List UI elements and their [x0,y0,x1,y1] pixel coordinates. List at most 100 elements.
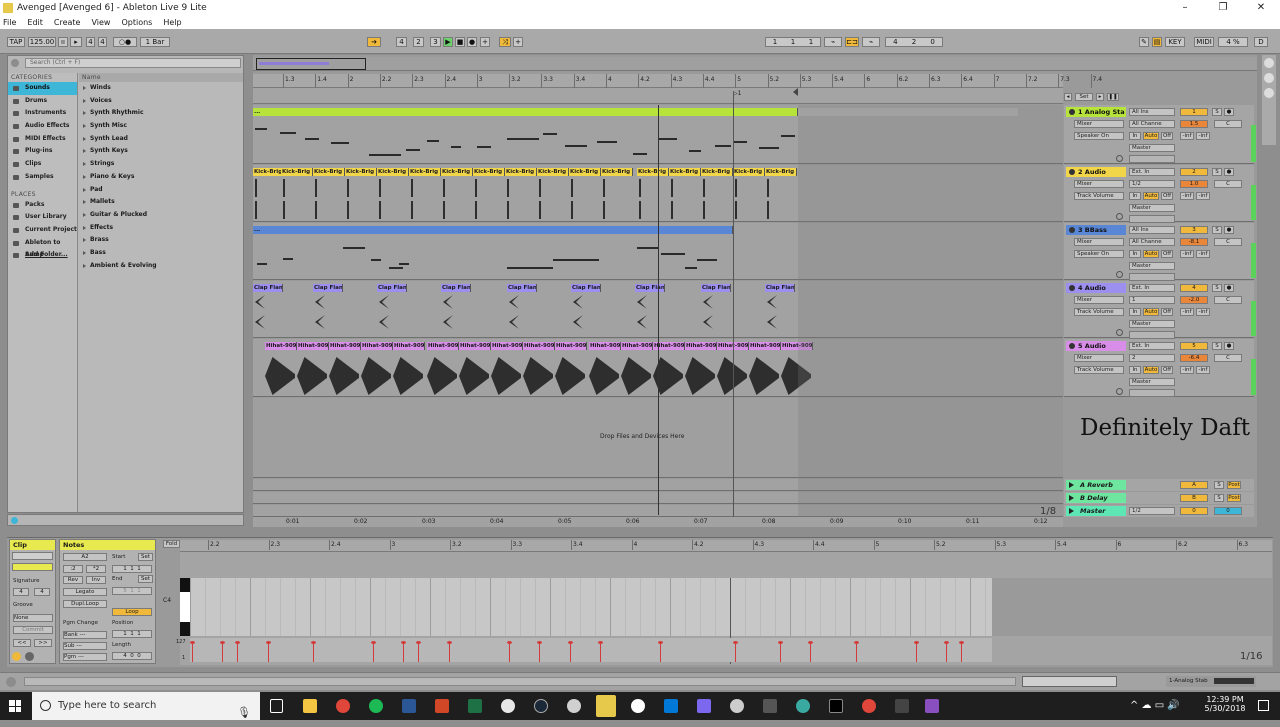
list-item[interactable]: Bass [79,247,243,260]
invert-button[interactable]: Inv [86,576,106,584]
beat-ruler[interactable]: 1.3 1.4 2 2.2 2.3 2.4 3 3.2 3.3 3.4 4 4.2 4.3 4.4 5 5.2… [253,74,1102,88]
app-icon-2[interactable] [567,699,581,713]
track-name[interactable]: 3 BBass [1066,225,1126,235]
midi-note[interactable] [659,138,677,140]
pan-field[interactable]: C [1214,296,1242,304]
arm-icon[interactable]: ● [1224,168,1234,176]
audio-clip[interactable]: Kick-Brig [601,168,633,176]
unfold-icon[interactable] [1116,213,1123,220]
midi-note[interactable] [255,128,267,130]
loop-start[interactable]: 111 [765,37,821,47]
list-item[interactable]: Synth Lead [79,133,243,146]
velocity-bar[interactable] [733,641,738,662]
send-a-field[interactable]: -inf [1180,132,1194,140]
monitor-off[interactable]: Off [1161,192,1173,200]
velocity-bar[interactable] [808,641,813,662]
monitor-auto[interactable]: Auto [1143,366,1159,374]
category-plug-ins[interactable]: Plug-ins [8,145,77,158]
midi-note[interactable] [399,263,409,265]
velocity-bar[interactable] [447,641,452,662]
browser-toggle-icon[interactable] [11,59,19,67]
midi-note[interactable] [283,258,293,260]
monitor-auto[interactable]: Auto [1143,192,1159,200]
midi-note[interactable] [781,135,795,137]
tempo-field[interactable]: 125.00 [28,37,56,47]
audio-clip[interactable]: Hihat-909 [361,342,393,350]
computer-keyboard-icon[interactable]: ▤ [1152,37,1162,47]
output-sub-select[interactable] [1129,273,1175,281]
loop-button[interactable]: Loop [112,608,152,616]
audio-clip[interactable]: Kick-Brig [281,168,313,176]
input-type-select[interactable]: All Ins [1129,226,1175,234]
audio-clip[interactable]: Kick-Brig [313,168,345,176]
note-grid[interactable] [190,578,992,636]
audio-clip[interactable]: Hihat-909 [523,342,555,350]
audio-clip[interactable]: Kick-Brig [701,168,733,176]
input-type-select[interactable]: Ext. In [1129,168,1175,176]
arm-icon[interactable]: ● [1224,284,1234,292]
velocity-bar[interactable] [537,641,542,662]
audio-clip[interactable]: Kick-Brig [765,168,797,176]
nudge-up-icon[interactable]: ▸ [70,37,82,47]
audio-clip[interactable]: Kick-Brig [537,168,569,176]
audio-clip[interactable]: Clap Flan [571,284,601,292]
post-button[interactable]: Post [1227,494,1241,502]
midi-note[interactable] [371,259,381,261]
time-ruler[interactable]: 0:01 0:02 0:03 0:04 0:05 0:06 0:07 0:08 0:09 0:10… [253,517,1063,527]
velocity-bar[interactable] [568,641,573,662]
midi-note[interactable] [507,138,539,140]
audio-clip[interactable]: Kick-Brig [377,168,409,176]
maximize-button[interactable]: ❐ [1204,0,1242,16]
reverse-button[interactable]: Rev [63,576,83,584]
note-range[interactable]: A2 [63,553,107,561]
sig-num-field[interactable]: 4 [13,588,29,596]
end-set-button[interactable]: Set [138,575,153,583]
category-samples[interactable]: Samples [8,171,77,184]
solo-button[interactable]: S [1212,226,1222,234]
track-number[interactable]: 4 [1180,284,1208,292]
master-pan[interactable]: 0 [1214,507,1242,515]
list-item[interactable]: Voices [79,95,243,108]
draw-mode-icon[interactable]: ✎ [1139,37,1149,47]
quantize-select[interactable]: 1 Bar [140,37,170,47]
menu-create[interactable]: Create [54,18,81,27]
list-item[interactable]: Synth Misc [79,120,243,133]
midi-note[interactable] [257,263,267,265]
midi-note[interactable] [685,267,697,269]
stop-icon[interactable]: ■ [455,37,465,47]
loop-end-marker[interactable] [793,88,798,96]
place-current-project[interactable]: Current Project [8,224,77,237]
pan-field[interactable]: C [1214,238,1242,246]
input-channel-select[interactable]: All Channe [1129,238,1175,246]
return-name[interactable]: A Reverb [1066,480,1126,490]
key-map-button[interactable]: KEY [1165,37,1185,47]
monitor-auto[interactable]: Auto [1143,308,1159,316]
category-clips[interactable]: Clips [8,158,77,171]
taskbar-search-input[interactable]: Type here to search 🎙 [32,692,260,720]
prev-locator-icon[interactable]: ◂ [1064,93,1072,101]
volume-field[interactable]: 1.0 [1180,180,1208,188]
output-channel-select[interactable]: Master [1129,320,1175,328]
legato-button[interactable]: Legato [63,588,107,596]
monitor-off[interactable]: Off [1161,366,1173,374]
unfold-icon[interactable] [1116,155,1123,162]
midi-clip-bbass[interactable]: ... [253,226,733,234]
send-b-field[interactable]: -inf [1196,132,1210,140]
output-sub-select[interactable] [1129,155,1175,163]
midi-note[interactable] [389,267,403,269]
follow-icon[interactable]: ➔ [367,37,381,47]
start-field[interactable]: 1 1 1 [112,565,152,573]
audio-clip[interactable]: Hihat-909 [685,342,717,350]
chrome-icon[interactable] [336,699,350,713]
input-channel-select[interactable]: 1 [1129,296,1175,304]
loop-length[interactable]: 420 [885,37,943,47]
menu-edit[interactable]: Edit [27,18,43,27]
chrome-icon-2[interactable] [862,699,876,713]
midi-note[interactable] [759,147,779,149]
file-explorer-icon[interactable] [303,699,317,713]
solo-button[interactable]: S [1214,481,1224,489]
app-icon-6[interactable] [763,699,777,713]
punch-out-icon[interactable]: ⌁ [862,37,880,47]
browser-preview-bar[interactable] [7,514,244,526]
return-letter[interactable]: 0 [1180,507,1208,515]
